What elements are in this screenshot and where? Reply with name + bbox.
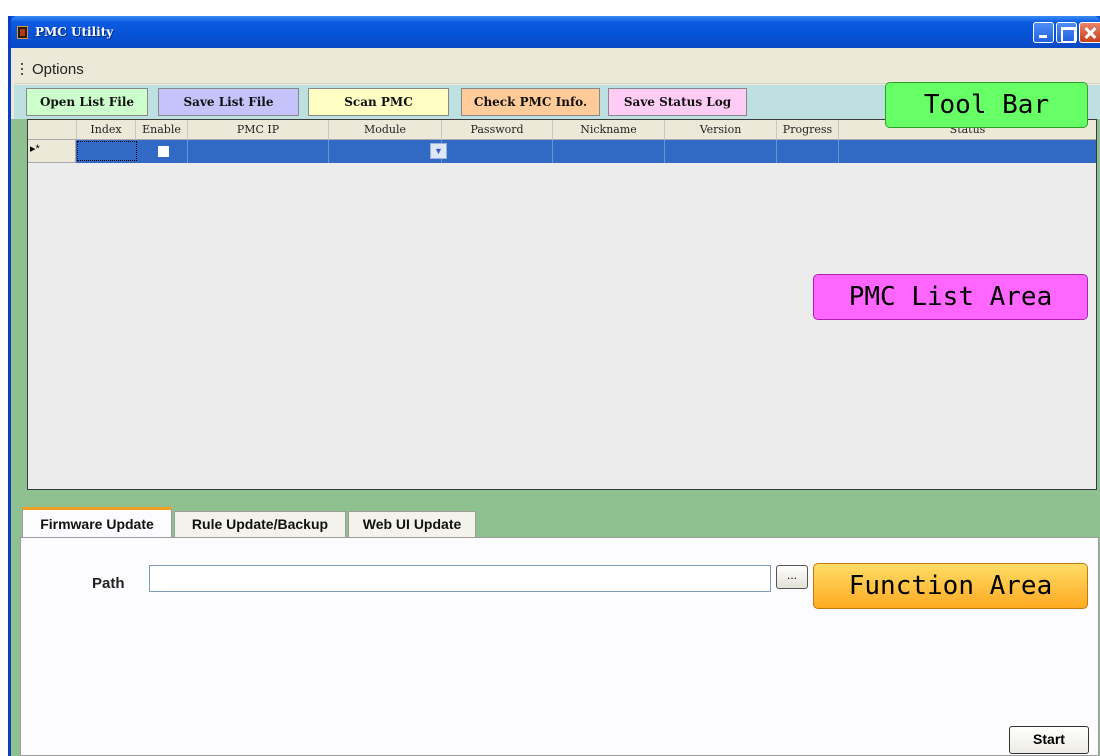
cell-index[interactable] — [77, 141, 137, 161]
col-version[interactable]: Version — [665, 120, 777, 140]
col-progress[interactable]: Progress — [777, 120, 839, 140]
tab-rule-update-backup[interactable]: Rule Update/Backup — [174, 511, 346, 537]
check-pmc-info-button[interactable]: Check PMC Info. — [461, 88, 600, 116]
col-nickname[interactable]: Nickname — [553, 120, 665, 140]
close-button[interactable] — [1079, 22, 1100, 43]
path-label: Path — [92, 575, 125, 592]
col-index[interactable]: Index — [77, 120, 136, 140]
tab-firmware-update[interactable]: Firmware Update — [22, 507, 172, 538]
save-status-log-button[interactable]: Save Status Log — [608, 88, 747, 116]
list-area-callout: PMC List Area — [813, 274, 1088, 320]
path-input[interactable] — [149, 565, 771, 592]
table-row[interactable]: ▸* ▼ — [28, 140, 1096, 163]
cell-pmc-ip[interactable] — [188, 140, 329, 163]
scan-pmc-button[interactable]: Scan PMC — [308, 88, 449, 116]
cell-version[interactable] — [665, 140, 777, 163]
grid-corner — [28, 120, 77, 140]
row-header[interactable]: ▸* — [28, 140, 76, 163]
grip-icon[interactable] — [21, 63, 23, 76]
menu-bar: Options — [14, 56, 1100, 84]
cell-nickname[interactable] — [553, 140, 665, 163]
col-pmc-ip[interactable]: PMC IP — [188, 120, 329, 140]
save-list-file-button[interactable]: Save List File — [158, 88, 299, 116]
new-row-marker: ▸* — [30, 143, 40, 155]
open-list-file-button[interactable]: Open List File — [26, 88, 148, 116]
maximize-button[interactable] — [1056, 22, 1077, 43]
app-icon — [17, 26, 28, 39]
col-password[interactable]: Password — [442, 120, 553, 140]
title-bar[interactable]: PMC Utility — [11, 16, 1100, 48]
col-enable[interactable]: Enable — [136, 120, 188, 140]
cell-password[interactable] — [442, 140, 553, 163]
function-area-callout: Function Area — [813, 563, 1088, 609]
minimize-button[interactable] — [1033, 22, 1054, 43]
col-module[interactable]: Module — [329, 120, 442, 140]
menu-options[interactable]: Options — [32, 61, 84, 78]
tab-web-ui-update[interactable]: Web UI Update — [348, 511, 476, 537]
enable-checkbox[interactable] — [158, 146, 169, 157]
client-area: Options Open List File Save List File Sc… — [11, 48, 1100, 756]
cell-module[interactable] — [329, 140, 442, 163]
function-area: Firmware Update Rule Update/Backup Web U… — [11, 495, 1100, 756]
toolbar-callout: Tool Bar — [885, 82, 1088, 128]
start-button[interactable]: Start — [1009, 726, 1089, 754]
cell-progress[interactable] — [777, 140, 839, 163]
cell-status[interactable] — [839, 140, 1096, 163]
browse-button[interactable]: ... — [776, 565, 808, 589]
window-title: PMC Utility — [35, 25, 114, 39]
